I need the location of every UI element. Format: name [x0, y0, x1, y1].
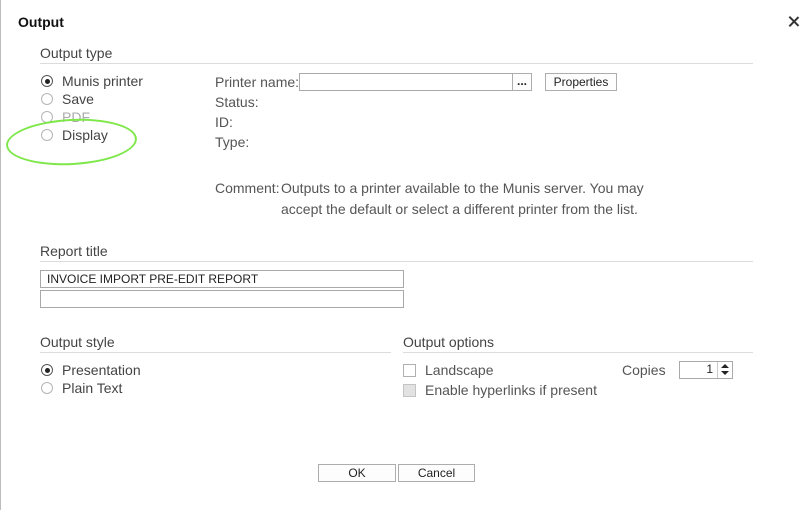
increment-icon[interactable]	[718, 362, 732, 370]
landscape-checkbox[interactable]	[403, 363, 416, 377]
radio-plain-text[interactable]: Plain Text	[41, 379, 122, 397]
properties-button[interactable]: Properties	[545, 73, 617, 91]
comment-text-line2: accept the default or select a different…	[281, 201, 638, 217]
output-type-heading: Output type	[40, 45, 113, 61]
radio-checked-icon[interactable]	[41, 364, 53, 376]
status-label: Status:	[215, 94, 259, 110]
landscape-label: Landscape	[425, 362, 494, 378]
output-type-divider	[40, 63, 753, 64]
id-label: ID:	[215, 114, 233, 130]
highlight-annotation	[4, 115, 139, 169]
radio-presentation[interactable]: Presentation	[41, 361, 141, 379]
cancel-button[interactable]: Cancel	[398, 464, 475, 482]
output-style-heading: Output style	[40, 334, 115, 350]
report-title-line1-input[interactable]: INVOICE IMPORT PRE-EDIT REPORT	[40, 270, 404, 288]
comment-label: Comment:	[215, 180, 280, 196]
radio-munis-printer[interactable]: Munis printer	[41, 72, 143, 90]
copies-label: Copies	[622, 362, 666, 378]
output-style-divider	[40, 352, 391, 353]
report-title-line2-input[interactable]	[40, 290, 404, 308]
hyperlinks-label: Enable hyperlinks if present	[425, 382, 597, 398]
dialog-title: Output	[18, 14, 64, 30]
browse-printer-button[interactable]: ...	[512, 73, 532, 91]
type-label: Type:	[215, 134, 250, 150]
radio-label: Plain Text	[62, 380, 123, 396]
printer-name-field[interactable]	[299, 73, 513, 91]
copies-value[interactable]: 1	[680, 362, 717, 378]
radio-label: Save	[62, 91, 94, 107]
radio-label: Munis printer	[62, 73, 143, 89]
report-title-heading: Report title	[40, 243, 108, 259]
radio-unchecked-icon[interactable]	[41, 93, 53, 105]
printer-name-label: Printer name:	[215, 74, 300, 90]
hyperlinks-checkbox[interactable]	[403, 383, 416, 397]
hyperlinks-checkbox-row[interactable]: Enable hyperlinks if present	[403, 381, 597, 399]
decrement-icon[interactable]	[718, 370, 732, 378]
window-edge	[0, 0, 1, 510]
radio-checked-icon[interactable]	[41, 75, 53, 87]
close-icon[interactable]	[786, 14, 802, 30]
ok-button[interactable]: OK	[318, 464, 396, 482]
landscape-checkbox-row[interactable]: Landscape	[403, 361, 494, 379]
radio-unchecked-icon[interactable]	[41, 382, 53, 394]
radio-save[interactable]: Save	[41, 90, 94, 108]
stepper-arrows[interactable]	[717, 362, 732, 378]
comment-text-line1: Outputs to a printer available to the Mu…	[281, 180, 644, 196]
output-options-heading: Output options	[403, 334, 495, 350]
report-title-divider	[40, 261, 753, 262]
radio-label: Presentation	[62, 362, 141, 378]
copies-stepper[interactable]: 1	[679, 361, 733, 379]
output-options-divider	[403, 352, 753, 353]
